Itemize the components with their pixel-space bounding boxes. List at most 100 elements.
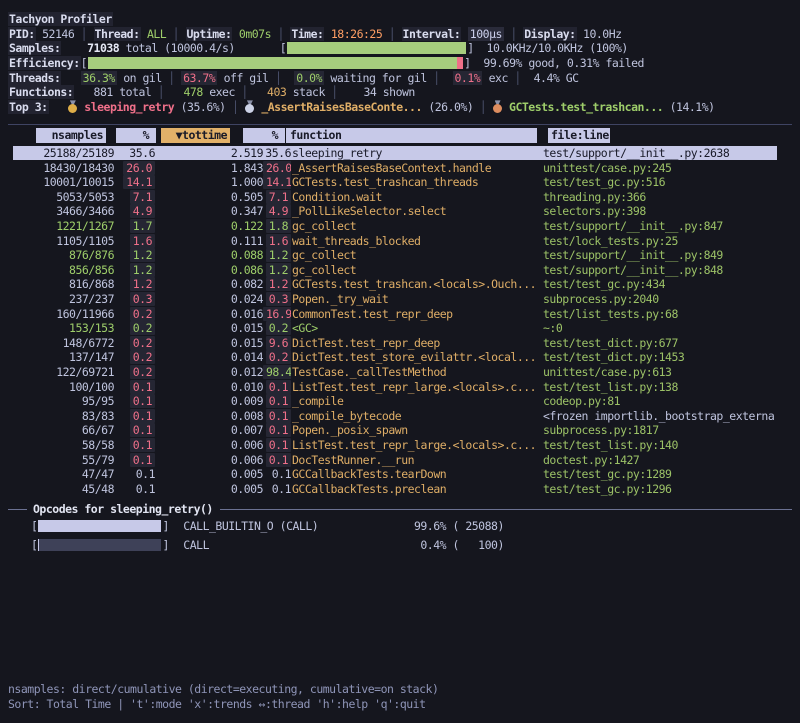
- cell-own-pct: 0.3: [114, 292, 155, 306]
- cell-text: 18430/18430: [43, 161, 114, 175]
- table-row[interactable]: 18430/1843026.01.84326.0_AssertRaisesBas…: [8, 160, 792, 175]
- table-row[interactable]: 137/1470.20.0140.2DictTest.test_store_ev…: [8, 350, 792, 365]
- cell-function: CommonTest.test_repr_deep: [291, 307, 541, 321]
- table-row[interactable]: 122/697210.20.01298.4TestCase._callTestM…: [8, 365, 792, 380]
- col-header-total-pct[interactable]: %: [243, 128, 285, 143]
- cell-own-pct: 26.0: [114, 161, 155, 175]
- cell-file-line: subprocess.py:2040: [541, 292, 792, 306]
- cell-text: 0.1: [272, 482, 291, 496]
- text-segment: │: [74, 27, 93, 41]
- cell-own-pct: 14.1: [114, 175, 155, 189]
- col-header-file-line[interactable]: file:line: [548, 128, 610, 143]
- cell-text: test/support/__init__.py:849: [543, 248, 723, 262]
- progress-bar: [38, 520, 161, 532]
- text-segment: │: [473, 100, 492, 114]
- cell-function: gc_collect: [291, 248, 541, 262]
- cell-text: ListTest.test_repr_large.<locals>.c...: [292, 380, 536, 394]
- cell-file-line: test/test_dict.py:677: [541, 336, 792, 350]
- table-row[interactable]: 237/2370.30.0240.3Popen._try_waitsubproc…: [8, 292, 792, 307]
- cell-total-pct: 1.2: [263, 277, 291, 291]
- table-row[interactable]: 25188/2518935.62.51935.6sleeping_retryte…: [8, 146, 792, 161]
- text-segment: _AssertRaisesBaseConte...: [261, 100, 422, 114]
- cell-text: 0.111: [231, 234, 263, 248]
- cell-own-pct: 0.1: [114, 423, 155, 437]
- cell-text: 1.6: [130, 234, 155, 248]
- top3-line: Top 3: sleeping_retry (35.6%) │ _AssertR…: [8, 100, 792, 115]
- text-segment: Functions:: [8, 85, 74, 99]
- table-row[interactable]: 47/470.10.0050.1GCCallbackTests.tearDown…: [8, 467, 792, 482]
- cell-text: _compile_bytecode: [292, 409, 401, 423]
- table-row[interactable]: 856/8561.20.0861.2gc_collecttest/support…: [8, 263, 792, 278]
- cell-function: Popen._try_wait: [291, 292, 541, 306]
- efficiency-line: Efficiency:[] 99.69% good, 0.31% failed: [8, 56, 792, 71]
- col-header-tottime-sorted[interactable]: ▼tottime: [161, 128, 230, 143]
- cell-text: 1.6: [266, 234, 291, 248]
- table-row[interactable]: 1221/12671.70.1221.8gc_collecttest/suppo…: [8, 219, 792, 234]
- table-row[interactable]: 816/8681.20.0821.2GCTests.test_trashcan.…: [8, 277, 792, 292]
- cell-tottime: 0.088: [155, 248, 263, 262]
- cell-tottime: 0.122: [155, 219, 263, 233]
- table-row[interactable]: 5053/50537.10.5057.1Condition.waitthread…: [8, 190, 792, 205]
- cell-total-pct: 9.6: [263, 336, 291, 350]
- cell-own-pct: 0.1: [114, 438, 155, 452]
- table-row[interactable]: 148/67720.20.0159.6DictTest.test_repr_de…: [8, 335, 792, 350]
- cell-text: 7.1: [266, 190, 291, 204]
- cell-nsamples: 148/6772: [16, 336, 114, 350]
- cell-text: unittest/case.py:613: [543, 365, 671, 379]
- cell-total-pct: 0.1: [263, 467, 291, 481]
- cell-text: 66/67: [82, 423, 114, 437]
- cell-text: 0.1: [266, 453, 291, 467]
- text-segment: Uptime:: [186, 27, 233, 41]
- table-row[interactable]: 1105/11051.60.1111.6wait_threads_blocked…: [8, 233, 792, 248]
- text-segment: total (10000.4/s): [119, 41, 235, 55]
- text-segment: [: [235, 41, 286, 55]
- cell-text: 1.843: [231, 161, 263, 175]
- text-segment: exc: [482, 71, 514, 85]
- table-row[interactable]: 10001/1001514.11.00014.1GCTests.test_tra…: [8, 175, 792, 190]
- cell-text: codeop.py:81: [543, 394, 620, 408]
- text-segment: 52146: [36, 27, 75, 41]
- text-segment: exec: [203, 85, 242, 99]
- cell-function: _AssertRaisesBaseContext.handle: [291, 161, 541, 175]
- cell-own-pct: 0.2: [114, 350, 155, 364]
- cell-file-line: test/test_gc.py:1289: [541, 467, 792, 481]
- cell-text: 0.012: [231, 365, 263, 379]
- text-segment: Threads:: [8, 71, 61, 85]
- cell-text: 1105/1105: [56, 234, 114, 248]
- table-row[interactable]: 153/1530.20.0150.2<GC>~:0: [8, 321, 792, 336]
- cell-text: test/test_dict.py:1453: [543, 350, 684, 364]
- col-header-function[interactable]: function: [286, 128, 537, 143]
- text-segment: 403: [267, 85, 286, 99]
- table-row[interactable]: 95/950.10.0090.1_compilecodeop.py:81: [8, 394, 792, 409]
- table-row[interactable]: 160/119660.20.01616.9CommonTest.test_rep…: [8, 306, 792, 321]
- cell-nsamples: 58/58: [16, 438, 114, 452]
- cell-tottime: 0.009: [155, 394, 263, 408]
- table-row[interactable]: 66/670.10.0070.1Popen._posix_spawnsubpro…: [8, 423, 792, 438]
- cell-function: Condition.wait: [291, 190, 541, 204]
- cell-text: 1.2: [266, 277, 291, 291]
- table-row[interactable]: 55/790.10.0060.1DocTestRunner.__rundocte…: [8, 452, 792, 467]
- table-row[interactable]: 100/1000.10.0100.1ListTest.test_repr_lar…: [8, 379, 792, 394]
- table-header: nsamples % ▼tottime % function file:line: [8, 128, 792, 143]
- cell-function: TestCase._callTestMethod: [291, 365, 541, 379]
- cell-nsamples: 25188/25189: [16, 146, 114, 160]
- col-header-own-pct[interactable]: %: [116, 128, 156, 143]
- cell-text: 0.006: [231, 438, 263, 452]
- table-row[interactable]: 45/480.10.0050.1GCCallbackTests.preclean…: [8, 481, 792, 496]
- text-segment: [49, 100, 68, 114]
- cell-text: 0.1: [266, 409, 291, 423]
- text-segment: Thread:: [94, 27, 141, 41]
- cell-text: 137/147: [69, 350, 114, 364]
- table-row[interactable]: 3466/34664.90.3474.9_PollLikeSelector.se…: [8, 204, 792, 219]
- col-header-nsamples[interactable]: nsamples: [36, 128, 106, 143]
- text-segment: Display:: [523, 27, 576, 41]
- table-row[interactable]: 876/8761.20.0881.2gc_collecttest/support…: [8, 248, 792, 263]
- cell-text: 0.505: [231, 190, 263, 204]
- cell-text: 16.9: [263, 307, 291, 321]
- table-row[interactable]: 83/830.10.0080.1_compile_bytecode<frozen…: [8, 408, 792, 423]
- cell-text: 0.088: [231, 248, 263, 262]
- cell-nsamples: 66/67: [16, 423, 114, 437]
- cell-text: test/lock_tests.py:25: [543, 234, 678, 248]
- table-row[interactable]: 58/580.10.0060.1ListTest.test_repr_large…: [8, 438, 792, 453]
- functions-line: Functions: 881 total │ 478 exec │ 403 st…: [8, 85, 792, 100]
